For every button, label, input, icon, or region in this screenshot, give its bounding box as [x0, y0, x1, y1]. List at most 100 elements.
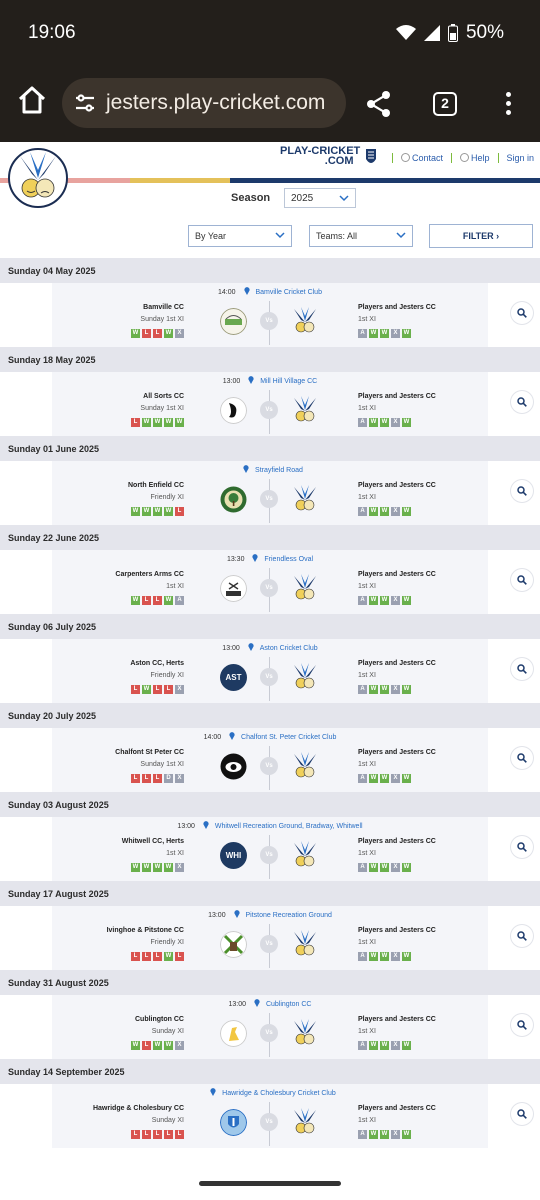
- home-icon[interactable]: [14, 82, 50, 118]
- play-cricket-logo[interactable]: PLAY-CRICKET .COM: [280, 146, 360, 167]
- fixture-row[interactable]: 13:00 Whitwell Recreation Ground, Bradwa…: [0, 817, 540, 881]
- away-club-name[interactable]: Players and Jesters CC: [358, 571, 436, 578]
- home-club-name[interactable]: Chalfont St Peter CC: [115, 749, 184, 756]
- away-form-result: W: [380, 507, 389, 516]
- away-form-result: W: [402, 774, 411, 783]
- match-details-button[interactable]: [511, 836, 533, 858]
- home-club-name[interactable]: Cublington CC: [135, 1016, 184, 1023]
- away-club-name[interactable]: Players and Jesters CC: [358, 393, 436, 400]
- fixture-panel[interactable]: Strayfield Road North Enfield CC Friendl…: [52, 461, 488, 525]
- fixture-venue-link[interactable]: Chalfont St. Peter Cricket Club: [241, 734, 336, 741]
- club-logo[interactable]: [8, 148, 68, 208]
- home-club-name[interactable]: Whitwell CC, Herts: [122, 838, 184, 845]
- fixture-date-header: Sunday 04 May 2025: [0, 258, 540, 283]
- fixture-venue-link[interactable]: Cublington CC: [266, 1001, 312, 1008]
- url-text[interactable]: jesters.play-cricket.com: [106, 91, 325, 115]
- match-details-button[interactable]: [511, 302, 533, 324]
- fixture-venue-link[interactable]: Aston Cricket Club: [260, 645, 318, 652]
- year-filter-value[interactable]: By Year: [195, 231, 226, 241]
- fixture-row[interactable]: 13:30 Friendless Oval Carpenters Arms CC…: [0, 550, 540, 614]
- address-bar[interactable]: jesters.play-cricket.com: [62, 78, 346, 128]
- fixture-date: Sunday 03 August 2025: [8, 800, 109, 810]
- fixture-panel[interactable]: 13:00 Pitstone Recreation Ground Ivingho…: [52, 906, 488, 970]
- fixture-panel[interactable]: 13:00 Cublington CC Cublington CC Sunday…: [52, 995, 488, 1059]
- fixture-panel[interactable]: 13:00 Whitwell Recreation Ground, Bradwa…: [52, 817, 488, 881]
- match-details-button[interactable]: [511, 1014, 533, 1036]
- filter-button[interactable]: FILTER ›: [429, 224, 533, 248]
- home-form-result: L: [153, 685, 162, 694]
- contact-label[interactable]: Contact: [412, 153, 443, 163]
- fixture-venue-link[interactable]: Hawridge & Cholesbury Cricket Club: [222, 1090, 336, 1097]
- away-club-name[interactable]: Players and Jesters CC: [358, 660, 436, 667]
- home-club-name[interactable]: Aston CC, Herts: [130, 660, 184, 667]
- fixture-row[interactable]: 14:00 Bamville Cricket Club Bamville CC …: [0, 283, 540, 347]
- fixture-panel[interactable]: 14:00 Bamville Cricket Club Bamville CC …: [52, 283, 488, 347]
- fixture-panel[interactable]: 13:00 Aston Cricket Club Aston CC, Herts…: [52, 639, 488, 703]
- home-club-badge: [220, 1109, 247, 1136]
- share-icon[interactable]: [366, 90, 392, 118]
- match-details-button[interactable]: [511, 569, 533, 591]
- fixture-panel[interactable]: 13:30 Friendless Oval Carpenters Arms CC…: [52, 550, 488, 614]
- more-menu-icon[interactable]: [500, 92, 516, 118]
- home-form-result: L: [142, 596, 151, 605]
- home-form-guide: LWWWW: [131, 418, 184, 427]
- filter-button-label[interactable]: FILTER: [463, 231, 494, 241]
- link-divider: [497, 153, 499, 163]
- home-club-name[interactable]: Bamville CC: [143, 304, 184, 311]
- home-club-name[interactable]: Carpenters Arms CC: [115, 571, 184, 578]
- fixture-venue-link[interactable]: Strayfield Road: [255, 467, 303, 474]
- match-details-button[interactable]: [511, 1103, 533, 1125]
- fixture-venue-link[interactable]: Bamville Cricket Club: [255, 289, 322, 296]
- year-filter-select[interactable]: By Year: [188, 225, 292, 247]
- fixture-row[interactable]: Hawridge & Cholesbury Cricket Club Hawri…: [0, 1084, 540, 1148]
- home-club-name[interactable]: Ivinghoe & Pitstone CC: [107, 927, 184, 934]
- home-form-result: W: [142, 863, 151, 872]
- tab-switcher-button[interactable]: 2: [433, 92, 457, 116]
- fixture-row[interactable]: 13:00 Pitstone Recreation Ground Ivingho…: [0, 906, 540, 970]
- signin-link[interactable]: Sign in: [507, 153, 535, 163]
- contact-link[interactable]: Contact: [401, 153, 443, 163]
- match-details-button[interactable]: [511, 747, 533, 769]
- season-value[interactable]: 2025: [291, 193, 313, 204]
- home-club-name[interactable]: North Enfield CC: [128, 482, 184, 489]
- fixture-panel[interactable]: Hawridge & Cholesbury Cricket Club Hawri…: [52, 1084, 488, 1148]
- home-club-name[interactable]: All Sorts CC: [143, 393, 184, 400]
- help-icon: [460, 153, 470, 162]
- help-link[interactable]: Help: [460, 153, 490, 163]
- brand-line-2: .COM: [324, 155, 354, 167]
- match-details-button[interactable]: [511, 480, 533, 502]
- away-club-name[interactable]: Players and Jesters CC: [358, 1105, 436, 1112]
- away-form-result: W: [369, 596, 378, 605]
- fixture-venue-link[interactable]: Whitwell Recreation Ground, Bradway, Whi…: [215, 823, 363, 830]
- fixture-row[interactable]: 13:00 Mill Hill Village CC All Sorts CC …: [0, 372, 540, 436]
- map-pin-icon: [248, 643, 254, 651]
- teams-filter-select[interactable]: Teams: All: [309, 225, 413, 247]
- fixture-row[interactable]: Strayfield Road North Enfield CC Friendl…: [0, 461, 540, 525]
- help-label[interactable]: Help: [471, 153, 490, 163]
- away-club-name[interactable]: Players and Jesters CC: [358, 927, 436, 934]
- away-club-name[interactable]: Players and Jesters CC: [358, 1016, 436, 1023]
- home-form-guide: WWWWX: [131, 863, 184, 872]
- match-details-button[interactable]: [511, 925, 533, 947]
- fixture-panel[interactable]: 13:00 Mill Hill Village CC All Sorts CC …: [52, 372, 488, 436]
- fixture-venue-link[interactable]: Mill Hill Village CC: [260, 378, 317, 385]
- away-club-name[interactable]: Players and Jesters CC: [358, 749, 436, 756]
- home-form-result: W: [164, 418, 173, 427]
- site-settings-icon[interactable]: [74, 92, 96, 114]
- match-details-button[interactable]: [511, 658, 533, 680]
- fixture-venue-link[interactable]: Pitstone Recreation Ground: [246, 912, 332, 919]
- season-select[interactable]: 2025: [284, 188, 356, 208]
- teams-filter-value[interactable]: Teams: All: [316, 231, 357, 241]
- match-details-button[interactable]: [511, 391, 533, 413]
- home-club-name[interactable]: Hawridge & Cholesbury CC: [93, 1105, 184, 1112]
- fixture-row[interactable]: 13:00 Cublington CC Cublington CC Sunday…: [0, 995, 540, 1059]
- away-club-name[interactable]: Players and Jesters CC: [358, 482, 436, 489]
- fixture-venue-link[interactable]: Friendless Oval: [264, 556, 313, 563]
- away-club-name[interactable]: Players and Jesters CC: [358, 838, 436, 845]
- away-form-result: W: [380, 685, 389, 694]
- fixture-row[interactable]: 13:00 Aston Cricket Club Aston CC, Herts…: [0, 639, 540, 703]
- fixture-panel[interactable]: 14:00 Chalfont St. Peter Cricket Club Ch…: [52, 728, 488, 792]
- fixture-row[interactable]: 14:00 Chalfont St. Peter Cricket Club Ch…: [0, 728, 540, 792]
- away-club-name[interactable]: Players and Jesters CC: [358, 304, 436, 311]
- home-form-result: W: [153, 507, 162, 516]
